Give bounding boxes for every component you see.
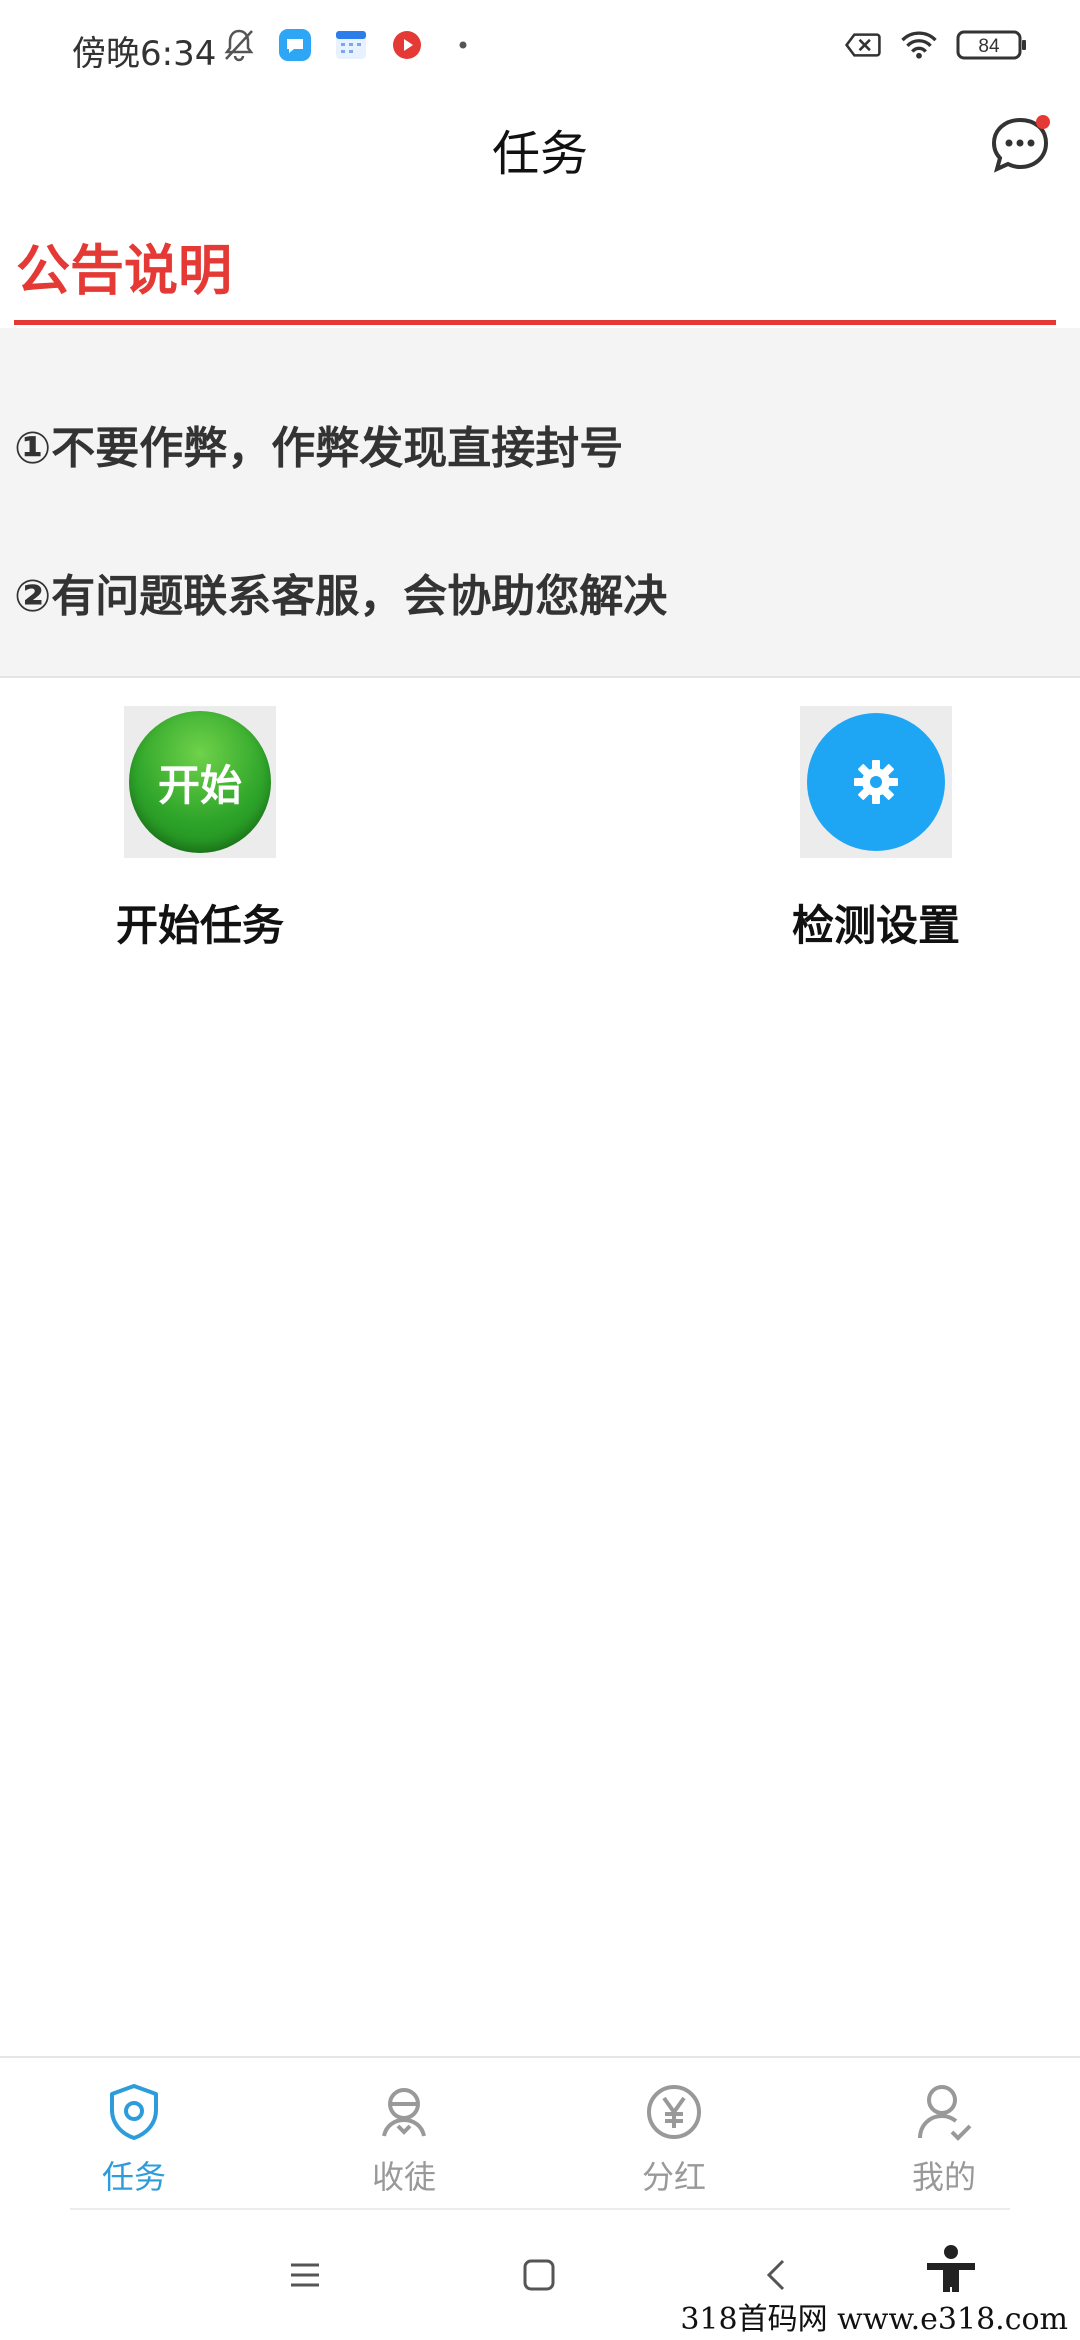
tab-task[interactable]: 任务 — [34, 2080, 234, 2198]
watermark: 318首码网 www.e318.com — [674, 2292, 1074, 2340]
start-icon-box: 开始 — [124, 706, 276, 858]
start-icon: 开始 — [129, 711, 271, 853]
tab-mine[interactable]: 我的 — [844, 2080, 1044, 2198]
gear-icon — [807, 713, 945, 851]
tab-divider — [70, 2208, 1010, 2210]
tab-label: 收徒 — [371, 2158, 436, 2196]
user-check-icon — [918, 2085, 972, 2141]
calendar-app-icon — [332, 26, 370, 64]
detection-settings-button[interactable]: 检测设置 — [746, 706, 1006, 953]
battery-icon: 84 — [956, 26, 1028, 64]
notice-divider — [14, 320, 1056, 325]
back-icon — [766, 2259, 785, 2291]
wifi-icon — [900, 26, 938, 64]
apprentice-icon — [382, 2088, 426, 2137]
battery-level: 84 — [978, 36, 1000, 57]
notice-title: 公告说明 — [16, 239, 232, 302]
status-icons-right: 84 — [844, 26, 1028, 64]
home-icon — [523, 2259, 555, 2291]
bottom-tab-bar: 任务 收徒 分红 我的 — [0, 2056, 1080, 2210]
video-app-icon — [388, 26, 426, 64]
shield-icon — [110, 2084, 158, 2140]
start-task-label: 开始任务 — [115, 901, 284, 950]
dot-icon — [444, 26, 482, 64]
sim-off-icon — [844, 26, 882, 64]
chat-bubble-icon — [991, 115, 1050, 173]
detection-settings-label: 检测设置 — [791, 901, 960, 950]
settings-icon-box — [800, 706, 952, 858]
title-bar: 任务 — [0, 96, 1080, 192]
tab-apprentice[interactable]: 收徒 — [304, 2080, 504, 2198]
home-button[interactable] — [504, 2240, 574, 2310]
tab-label: 分红 — [641, 2158, 706, 2196]
status-icons-left — [220, 26, 482, 64]
tab-label: 任务 — [101, 2158, 166, 2196]
yen-icon — [647, 2085, 701, 2139]
notice-item: ①不要作弊，作弊发现直接封号 — [14, 423, 624, 474]
bell-off-icon — [220, 26, 258, 64]
tab-label: 我的 — [911, 2158, 976, 2196]
notice-body: ①不要作弊，作弊发现直接封号 ②有问题联系客服，会协助您解决 — [0, 328, 1080, 678]
start-task-button[interactable]: 开始 开始任务 — [70, 706, 330, 953]
status-time: 傍晚6:34 — [72, 34, 217, 74]
menu-icon — [291, 2263, 319, 2287]
unread-dot — [1036, 115, 1050, 129]
status-bar: 傍晚6:34 84 — [0, 0, 1080, 96]
chat-app-icon — [276, 26, 314, 64]
page-title: 任务 — [491, 126, 588, 182]
notice-item: ②有问题联系客服，会协助您解决 — [14, 571, 668, 622]
message-button[interactable] — [988, 112, 1052, 176]
menu-button[interactable] — [270, 2240, 340, 2310]
tab-dividend[interactable]: 分红 — [574, 2080, 774, 2198]
